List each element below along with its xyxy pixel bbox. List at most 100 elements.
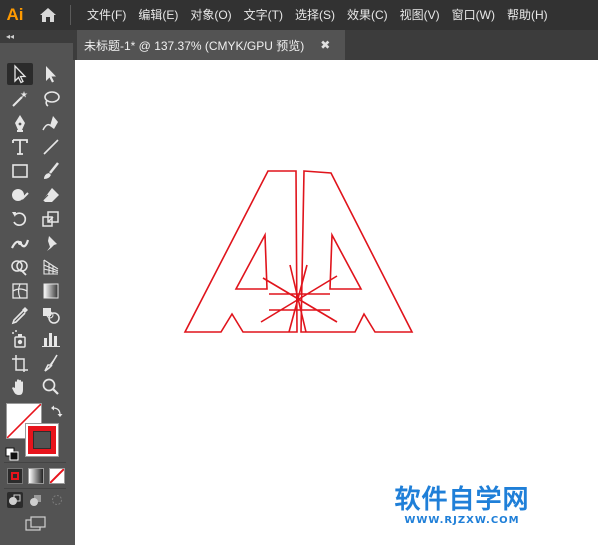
artwork-aa-outline[interactable] (75, 60, 598, 545)
app-logo: Ai (6, 5, 24, 24)
line-segment-icon (43, 139, 59, 155)
draw-normal-icon (9, 494, 21, 505)
menu-effect[interactable]: 效果(C) (341, 0, 394, 30)
eraser-tool[interactable] (38, 184, 64, 206)
shaper-icon (12, 189, 29, 201)
line-segment-tool[interactable] (38, 136, 64, 158)
swap-fill-stroke-button[interactable] (50, 403, 64, 417)
symbol-sprayer-icon (12, 330, 26, 348)
menu-window[interactable]: 窗口(W) (446, 0, 501, 30)
default-fill-stroke-button[interactable] (5, 446, 19, 461)
selection-tool[interactable] (7, 63, 33, 85)
draw-behind-button[interactable] (28, 492, 44, 508)
document-tab-bar: 未标题-1* @ 137.37% (CMYK/GPU 预览) ✖ (73, 30, 598, 60)
artboard-tool[interactable] (7, 352, 33, 374)
default-colors-icon (5, 447, 19, 461)
menu-edit[interactable]: 编辑(E) (132, 0, 184, 30)
magic-wand-tool[interactable] (7, 88, 33, 110)
shape-builder-icon (11, 260, 28, 276)
panel-collapse-grip[interactable]: ◂◂ (0, 30, 73, 43)
menu-type[interactable]: 文字(T) (238, 0, 289, 30)
slice-tool[interactable] (38, 352, 64, 374)
menu-help[interactable]: 帮助(H) (501, 0, 554, 30)
slice-knife-icon (44, 354, 58, 372)
stroke-swatch[interactable] (25, 423, 59, 457)
tool-row (0, 376, 73, 400)
mesh-icon (12, 283, 28, 299)
direct-selection-arrow-icon (46, 66, 56, 83)
width-tool[interactable] (7, 232, 33, 254)
none-slash-icon (50, 469, 64, 483)
pen-nib-icon (15, 115, 25, 132)
rectangle-tool[interactable] (7, 160, 33, 182)
screen-mode-icon (25, 516, 46, 531)
column-graph-tool[interactable] (38, 328, 64, 350)
home-icon (40, 8, 56, 22)
menu-select[interactable]: 选择(S) (289, 0, 341, 30)
zoom-tool[interactable] (38, 376, 64, 398)
scale-tool[interactable] (38, 208, 64, 230)
color-swatch-mini (11, 472, 19, 480)
none-mode-button[interactable] (49, 468, 65, 484)
magic-wand-icon (12, 91, 28, 107)
hand-icon (12, 379, 23, 395)
tool-row (0, 88, 73, 112)
eyedropper-tool[interactable] (7, 304, 33, 326)
left-letter-a-path[interactable] (183, 170, 298, 333)
hand-tool[interactable] (7, 376, 33, 398)
tool-row (0, 304, 73, 328)
blend-tool[interactable] (38, 304, 64, 326)
right-letter-a-path[interactable] (300, 170, 414, 333)
tool-row (0, 232, 73, 256)
stroke-ring-inner (33, 431, 51, 449)
column-graph-icon (42, 333, 60, 347)
shaper-tool[interactable] (7, 184, 33, 206)
tool-row (0, 328, 73, 352)
color-mode-button[interactable] (7, 468, 23, 484)
menu-view[interactable]: 视图(V) (394, 0, 446, 30)
width-icon (11, 239, 30, 249)
perspective-grid-tool[interactable] (38, 256, 64, 278)
draw-normal-button[interactable] (7, 492, 23, 508)
left-letter-a-counter[interactable] (234, 232, 268, 290)
mesh-tool[interactable] (7, 280, 33, 302)
curvature-tool[interactable] (38, 112, 64, 134)
menu-bar: Ai 文件(F) 编辑(E) 对象(O) 文字(T) 选择(S) 效果(C) 视… (0, 0, 598, 30)
cross-strokes[interactable] (260, 264, 338, 333)
rotate-tool[interactable] (7, 208, 33, 230)
symbol-sprayer-tool[interactable] (7, 328, 33, 350)
curvature-pen-icon (42, 116, 58, 131)
paintbrush-icon (44, 162, 59, 179)
separator (4, 488, 66, 489)
tool-row (0, 280, 73, 304)
right-letter-a-counter[interactable] (329, 232, 363, 290)
gradient-tool[interactable] (38, 280, 64, 302)
change-screen-mode-button[interactable] (23, 515, 49, 533)
artboard-icon (12, 355, 28, 372)
swap-arrows-icon (51, 405, 63, 417)
tool-row (0, 352, 73, 376)
tool-row (0, 63, 73, 87)
watermark: 软件自学网 WWW.RJZXW.COM (387, 485, 537, 527)
lasso-tool[interactable] (38, 88, 64, 110)
lasso-icon (44, 91, 60, 107)
close-icon[interactable]: ✖ (320, 38, 330, 52)
shape-builder-tool[interactable] (7, 256, 33, 278)
gradient-mode-button[interactable] (28, 468, 44, 484)
menu-object[interactable]: 对象(O) (184, 0, 237, 30)
direct-selection-tool[interactable] (38, 63, 64, 85)
document-tab-title: 未标题-1* @ 137.37% (CMYK/GPU 预览) (84, 38, 305, 53)
artboard-canvas[interactable]: 软件自学网 WWW.RJZXW.COM (75, 60, 598, 545)
home-button[interactable] (30, 0, 66, 30)
menu-separator (70, 5, 71, 25)
separator (4, 462, 66, 463)
pen-tool[interactable] (7, 112, 33, 134)
rotate-icon (12, 212, 27, 227)
paintbrush-tool[interactable] (38, 160, 64, 182)
puppet-warp-tool[interactable] (38, 232, 64, 254)
draw-inside-button[interactable] (49, 492, 65, 508)
type-tool[interactable] (7, 136, 33, 158)
document-tab[interactable]: 未标题-1* @ 137.37% (CMYK/GPU 预览) ✖ (77, 30, 345, 60)
magnifier-icon (42, 378, 59, 395)
menu-file[interactable]: 文件(F) (81, 0, 132, 30)
